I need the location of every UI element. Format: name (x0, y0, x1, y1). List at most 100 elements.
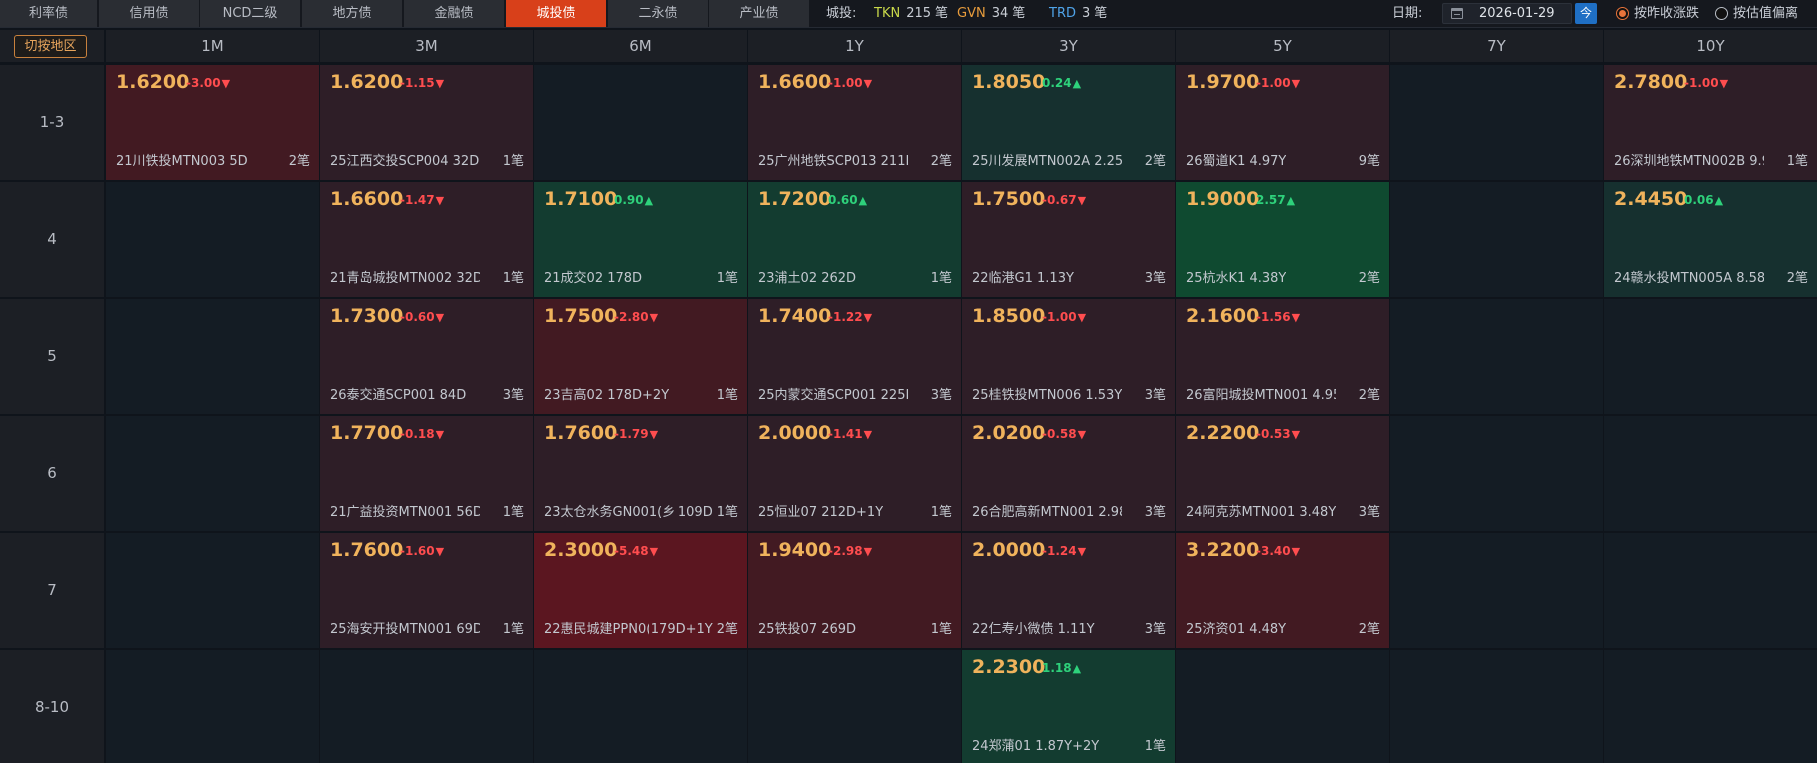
change-number: -1.60 (400, 544, 435, 558)
bond-name: 21青岛城投MTN002 32D (330, 271, 480, 286)
quote-cell[interactable]: 2.2200 -0.53▼ 24阿克苏MTN001 3.48Y 3笔 (1176, 416, 1389, 531)
trade-count-value: 3笔 (1144, 505, 1166, 520)
trade-count-value: 1笔 (502, 505, 524, 520)
quote-cell[interactable]: 2.0200 -0.58▼ 26合肥高新MTN001 2.98Y 3笔 (962, 416, 1175, 531)
tab-6[interactable]: 二永债 (608, 0, 709, 27)
bond-name: 25川发展MTN002A 2.25Y (972, 154, 1122, 169)
quote-cell[interactable]: 3.2200 -3.40▼ 25济资01 4.48Y 2笔 (1176, 533, 1389, 648)
switch-region-button[interactable]: 切按地区 (14, 35, 87, 58)
quote-cell[interactable]: 2.2300 1.18▲ 24郑蒲01 1.87Y+2Y 1笔 (962, 650, 1175, 763)
legend-item-tkn: TKN 215 笔 (874, 0, 948, 28)
date-picker[interactable]: 2026-01-29 (1442, 3, 1572, 24)
bond-name: 26蜀道K1 4.97Y (1186, 154, 1287, 169)
quote-cell[interactable]: 2.3000 -5.48▼ 22惠民城建PPN0(179D+1Y 2笔 (534, 533, 747, 648)
tab-2[interactable]: NCD二级 (200, 0, 301, 27)
bond-name: 26深圳地铁MTN002B 9.96Y (1614, 154, 1764, 169)
tab-4[interactable]: 金融债 (404, 0, 505, 27)
quote-cell[interactable]: 2.4450 0.06▲ 24赣水投MTN005A 8.58Y 2笔 (1604, 182, 1817, 297)
quote-cell[interactable]: 1.7500 -2.80▼ 23吉高02 178D+2Y 1笔 (534, 299, 747, 414)
change-value: -1.00▼ (1684, 76, 1728, 90)
date-label: 日期: (1392, 6, 1423, 21)
trade-count-value: 1笔 (1786, 154, 1808, 169)
tab-1[interactable]: 信用债 (99, 0, 200, 27)
quote-cell[interactable]: 1.8500 -1.00▼ 25桂铁投MTN006 1.53Y 3笔 (962, 299, 1175, 414)
quote-cell[interactable]: 1.9000 2.57▲ 25杭水K1 4.38Y 2笔 (1176, 182, 1389, 297)
tab-5[interactable]: 城投债 (506, 0, 607, 27)
empty-cell (1390, 65, 1603, 180)
quote-cell[interactable]: 1.6200 -3.00▼ 21川铁投MTN003 5D 2笔 (106, 65, 319, 180)
quote-cell[interactable]: 1.7500 -0.67▼ 22临港G1 1.13Y 3笔 (962, 182, 1175, 297)
legend-item-gvn: GVN 34 笔 (957, 0, 1025, 28)
quote-cell[interactable]: 1.6600 -1.00▼ 25广州地铁SCP013 211D 2笔 (748, 65, 961, 180)
quote-cell[interactable]: 2.7800-1.00▼ 26深圳地铁MTN002B 9.96Y 1笔 (1604, 65, 1817, 180)
quote-cell[interactable]: 1.7600 -1.60▼ 25海安开投MTN001 69D 1笔 (320, 533, 533, 648)
quote-cell[interactable]: 1.6600 -1.47▼ 21青岛城投MTN002 32D 1笔 (320, 182, 533, 297)
trade-count-value: 9笔 (1358, 154, 1380, 169)
yield-value: 2.2200 (1186, 422, 1260, 444)
quote-cell[interactable]: 1.7100 0.90▲ 21成交02 178D 1笔 (534, 182, 747, 297)
trade-count: 1笔 (714, 384, 738, 403)
bond-name: 21成交02 178D (544, 271, 643, 286)
change-number: -0.58 (1042, 427, 1077, 441)
trade-count: 3笔 (500, 384, 524, 403)
up-arrow-icon: ▲ (858, 194, 868, 207)
quote-cell[interactable]: 1.7700 -0.18▼ 21广益投资MTN001 56D 1笔 (320, 416, 533, 531)
today-button[interactable]: 今 (1575, 3, 1597, 24)
column-header-6m: 6M (534, 30, 747, 62)
change-number: 0.90 (614, 193, 644, 207)
trade-count-value: 2笔 (288, 154, 310, 169)
quote-cell[interactable]: 1.6200 -1.15▼ 25江西交投SCP004 32D 1笔 (320, 65, 533, 180)
quote-cell[interactable]: 1.8050 0.24▲ 25川发展MTN002A 2.25Y 2笔 (962, 65, 1175, 180)
bond-name: 26泰交通SCP001 84D (330, 388, 467, 403)
trade-count-value: 1笔 (930, 622, 952, 637)
change-number: -1.15 (400, 76, 435, 90)
trade-count-value: 2笔 (1786, 271, 1808, 286)
legend-count: 3 (1081, 6, 1091, 21)
bond-name: 26合肥高新MTN001 2.98Y (972, 505, 1122, 520)
quote-cell[interactable]: 2.1600 -1.56▼ 26富阳城投MTN001 4.95Y 2笔 (1176, 299, 1389, 414)
trade-count-value: 1笔 (930, 505, 952, 520)
bond-name: 21广益投资MTN001 56D (330, 505, 480, 520)
yield-value: 2.2300 (972, 656, 1046, 678)
tab-7[interactable]: 产业债 (709, 0, 810, 27)
quote-cell[interactable]: 1.7600 -1.79▼ 23太仓水务GN001(乡 109D 1笔 (534, 416, 747, 531)
radio-1[interactable] (1715, 7, 1728, 20)
quote-cell[interactable]: 2.0000 -1.41▼ 25恒业07 212D+1Y 1笔 (748, 416, 961, 531)
trade-count: 3笔 (928, 384, 952, 403)
tab-3[interactable]: 地方债 (302, 0, 403, 27)
radio-0[interactable] (1616, 7, 1629, 20)
quote-cell[interactable]: 1.7200 0.60▲ 23浦土02 262D 1笔 (748, 182, 961, 297)
down-arrow-icon: ▼ (863, 428, 873, 441)
quote-cell[interactable]: 2.0000 -1.24▼ 22仁寿小微债 1.11Y 3笔 (962, 533, 1175, 648)
down-arrow-icon: ▼ (1291, 428, 1301, 441)
yield-value: 1.6200 (116, 71, 190, 93)
trade-count: 2笔 (1356, 618, 1380, 637)
column-header-3m: 3M (320, 30, 533, 62)
column-header-3y: 3Y (962, 30, 1175, 62)
radio-label-1[interactable]: 按估值偏离 (1733, 0, 1798, 27)
empty-cell (1604, 650, 1817, 763)
quote-cell[interactable]: 1.7300 -0.60▼ 26泰交通SCP001 84D 3笔 (320, 299, 533, 414)
tab-0[interactable]: 利率债 (0, 0, 98, 27)
down-arrow-icon: ▼ (1077, 428, 1087, 441)
column-header-1y: 1Y (748, 30, 961, 62)
trade-count-value: 2笔 (1358, 388, 1380, 403)
yield-value: 1.7100 (544, 188, 618, 210)
radio-label-0[interactable]: 按昨收涨跌 (1634, 0, 1699, 27)
down-arrow-icon: ▼ (649, 428, 659, 441)
calendar-icon (1451, 8, 1463, 19)
quote-cell[interactable]: 1.9700 -1.00▼ 26蜀道K1 4.97Y 9笔 (1176, 65, 1389, 180)
trade-count-value: 1笔 (716, 388, 738, 403)
trade-count: 3笔 (1142, 384, 1166, 403)
quote-cell[interactable]: 1.7400 -1.22▼ 25内蒙交通SCP001 225D 3笔 (748, 299, 961, 414)
bond-name: 25广州地铁SCP013 211D (758, 154, 908, 169)
quote-cell[interactable]: 1.9400 -2.98▼ 25铁投07 269D 1笔 (748, 533, 961, 648)
empty-cell (1390, 299, 1603, 414)
trade-count-value: 3笔 (1144, 388, 1166, 403)
up-arrow-icon: ▲ (1714, 194, 1724, 207)
trade-count: 109D 1笔 (675, 501, 738, 520)
legend-count: 34 (991, 6, 1009, 21)
change-number: -1.56 (1256, 310, 1291, 324)
yield-value: 2.1600 (1186, 305, 1260, 327)
trade-count: 1笔 (928, 501, 952, 520)
